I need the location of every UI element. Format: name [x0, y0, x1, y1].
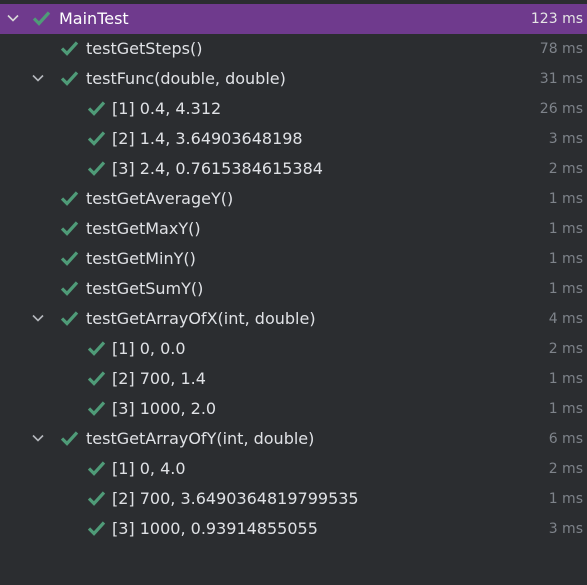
- test-row[interactable]: [3] 1000, 2.0 1 ms: [0, 394, 587, 424]
- test-group-row[interactable]: testFunc(double, double) 31 ms: [0, 64, 587, 94]
- passed-check-icon: [60, 71, 79, 86]
- test-name: testGetSumY(): [86, 279, 204, 298]
- test-results-tree: MainTest 123 ms testGetSteps() 78 ms testFun…: [0, 0, 587, 585]
- passed-check-icon: [60, 251, 79, 266]
- passed-check-icon: [87, 131, 106, 146]
- test-row[interactable]: [2] 1.4, 3.64903648198 3 ms: [0, 124, 587, 154]
- test-row[interactable]: testGetSteps() 78 ms: [0, 34, 587, 64]
- passed-check-icon: [87, 521, 106, 536]
- test-duration: 1 ms: [548, 371, 583, 387]
- test-duration: 4 ms: [548, 311, 583, 327]
- test-name: [3] 1000, 0.93914855055: [112, 519, 318, 538]
- passed-check-icon: [87, 371, 106, 386]
- test-row[interactable]: testGetSumY() 1 ms: [0, 274, 587, 304]
- test-duration: 6 ms: [548, 431, 583, 447]
- test-name: testGetSteps(): [86, 39, 203, 58]
- test-name: testGetAverageY(): [86, 189, 234, 208]
- test-duration: 123 ms: [530, 11, 583, 27]
- passed-check-icon: [87, 161, 106, 176]
- test-row[interactable]: [1] 0, 0.0 2 ms: [0, 334, 587, 364]
- test-duration: 78 ms: [539, 41, 583, 57]
- passed-check-icon: [32, 11, 51, 26]
- test-row[interactable]: [1] 0, 4.0 2 ms: [0, 454, 587, 484]
- test-duration: 3 ms: [548, 131, 583, 147]
- passed-check-icon: [60, 431, 79, 446]
- test-name: testGetArrayOfX(int, double): [86, 309, 316, 328]
- passed-check-icon: [60, 41, 79, 56]
- test-row[interactable]: [3] 2.4, 0.7615384615384 2 ms: [0, 154, 587, 184]
- test-duration: 26 ms: [539, 101, 583, 117]
- test-duration: 2 ms: [548, 161, 583, 177]
- test-name: testGetArrayOfY(int, double): [86, 429, 315, 448]
- test-row[interactable]: testGetMinY() 1 ms: [0, 244, 587, 274]
- test-duration: 3 ms: [548, 521, 583, 537]
- test-group-row[interactable]: testGetArrayOfY(int, double) 6 ms: [0, 424, 587, 454]
- test-row[interactable]: testGetMaxY() 1 ms: [0, 214, 587, 244]
- passed-check-icon: [60, 281, 79, 296]
- test-name: MainTest: [59, 9, 129, 28]
- test-name: testGetMinY(): [86, 249, 196, 268]
- test-row[interactable]: [1] 0.4, 4.312 26 ms: [0, 94, 587, 124]
- test-duration: 2 ms: [548, 341, 583, 357]
- test-duration: 2 ms: [548, 461, 583, 477]
- test-duration: 1 ms: [548, 281, 583, 297]
- test-name: [2] 700, 3.6490364819799535: [112, 489, 359, 508]
- passed-check-icon: [87, 341, 106, 356]
- test-suite-row[interactable]: MainTest 123 ms: [0, 4, 587, 34]
- passed-check-icon: [60, 191, 79, 206]
- test-duration: 1 ms: [548, 191, 583, 207]
- test-row[interactable]: [2] 700, 3.6490364819799535 1 ms: [0, 484, 587, 514]
- test-row[interactable]: testGetAverageY() 1 ms: [0, 184, 587, 214]
- test-name: [3] 1000, 2.0: [112, 399, 217, 418]
- test-name: [1] 0.4, 4.312: [112, 99, 222, 118]
- test-duration: 1 ms: [548, 401, 583, 417]
- passed-check-icon: [60, 311, 79, 326]
- test-name: testGetMaxY(): [86, 219, 201, 238]
- test-duration: 1 ms: [548, 491, 583, 507]
- test-duration: 1 ms: [548, 251, 583, 267]
- passed-check-icon: [87, 461, 106, 476]
- chevron-down-icon[interactable]: [31, 71, 45, 85]
- test-group-row[interactable]: testGetArrayOfX(int, double) 4 ms: [0, 304, 587, 334]
- chevron-down-icon[interactable]: [31, 311, 45, 325]
- test-name: testFunc(double, double): [86, 69, 286, 88]
- passed-check-icon: [87, 401, 106, 416]
- test-row[interactable]: [2] 700, 1.4 1 ms: [0, 364, 587, 394]
- test-name: [1] 0, 0.0: [112, 339, 186, 358]
- passed-check-icon: [87, 101, 106, 116]
- passed-check-icon: [60, 221, 79, 236]
- test-row[interactable]: [3] 1000, 0.93914855055 3 ms: [0, 514, 587, 544]
- test-name: [1] 0, 4.0: [112, 459, 186, 478]
- test-name: [2] 1.4, 3.64903648198: [112, 129, 303, 148]
- passed-check-icon: [87, 491, 106, 506]
- test-name: [3] 2.4, 0.7615384615384: [112, 159, 323, 178]
- test-name: [2] 700, 1.4: [112, 369, 206, 388]
- test-duration: 31 ms: [539, 71, 583, 87]
- chevron-down-icon[interactable]: [6, 11, 20, 25]
- test-duration: 1 ms: [548, 221, 583, 237]
- chevron-down-icon[interactable]: [31, 431, 45, 445]
